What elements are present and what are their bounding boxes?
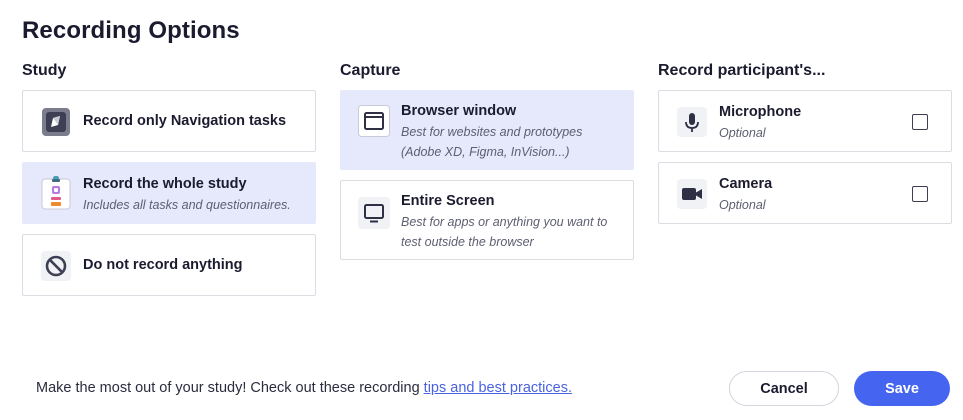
capture-option-entire-screen[interactable]: Entire Screen Best for apps or anything … [340,180,634,260]
cancel-button[interactable]: Cancel [729,371,839,406]
camera-icon [676,178,708,210]
microphone-checkbox[interactable] [912,114,928,130]
record-option-title: Camera [719,176,773,192]
save-button[interactable]: Save [854,371,950,406]
study-heading: Study [22,62,67,79]
record-heading: Record participant's... [658,62,826,79]
record-option-camera[interactable]: Camera Optional [658,162,952,224]
capture-option-browser-window[interactable]: Browser window Best for websites and pro… [340,90,634,170]
navigation-task-icon [40,106,72,138]
study-option-do-not-record[interactable]: Do not record anything [22,234,316,296]
capture-option-description: Best for websites and prototypes (Adobe … [401,125,583,159]
capture-column: Capture Browser window Best for websites… [340,62,634,260]
study-option-description: Includes all tasks and questionnaires. [83,198,291,212]
record-option-description: Optional [719,126,766,140]
study-option-whole-study[interactable]: Record the whole study Includes all task… [22,162,316,224]
record-column: Record participant's... Microphone Optio… [658,62,952,224]
clipboard-icon [40,176,72,210]
record-option-microphone[interactable]: Microphone Optional [658,90,952,152]
browser-window-icon [358,105,390,137]
footer-message: Make the most out of your study! Check o… [36,380,572,396]
monitor-icon [358,197,390,229]
study-column: Study Record only Navigation tasks Recor… [22,62,316,296]
capture-heading: Capture [340,62,401,79]
capture-option-title: Browser window [401,103,517,119]
record-option-title: Microphone [719,104,802,120]
study-option-title: Record only Navigation tasks [83,113,287,129]
tips-link[interactable]: tips and best practices. [424,380,572,396]
record-option-description: Optional [719,198,766,212]
capture-option-description: Best for apps or anything you want to te… [401,215,608,249]
study-option-navigation-tasks[interactable]: Record only Navigation tasks [22,90,316,152]
camera-checkbox[interactable] [912,186,928,202]
study-option-title: Do not record anything [83,257,243,273]
capture-option-title: Entire Screen [401,193,495,209]
prohibited-icon [40,250,72,282]
footer-text: Make the most out of your study! Check o… [36,380,424,396]
study-option-title: Record the whole study [83,176,247,192]
page-title: Recording Options [22,17,240,44]
microphone-icon [676,106,708,138]
